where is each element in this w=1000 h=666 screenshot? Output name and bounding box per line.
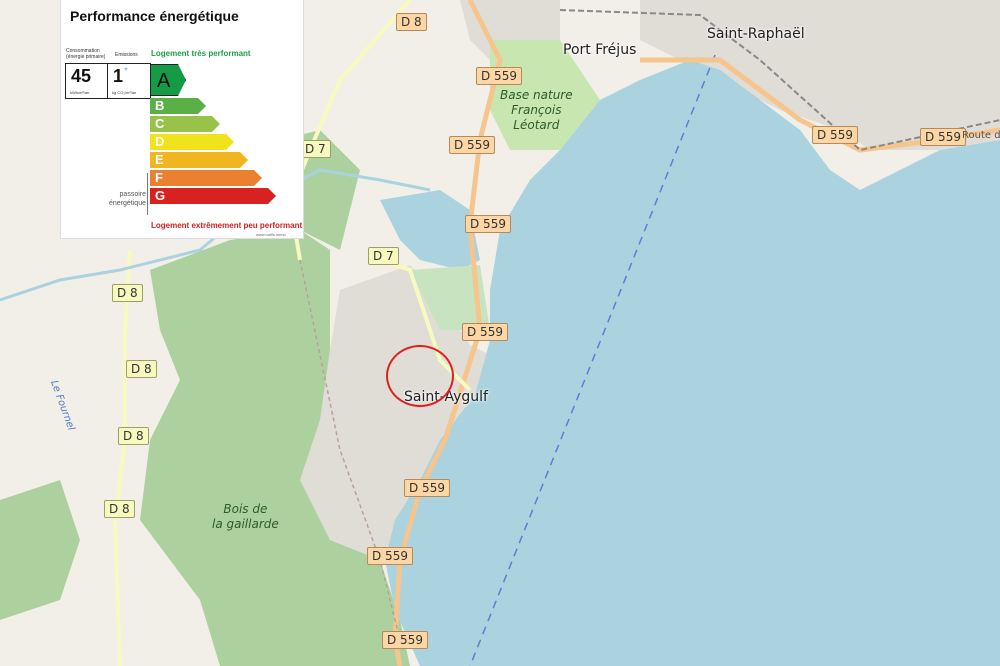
road-label-d559: D 559 <box>462 323 508 341</box>
best-performance-label: Logement très performant <box>151 49 251 58</box>
passoire-bracket <box>147 173 148 215</box>
consumption-unit: kWh/m²/an <box>70 90 90 95</box>
consumption-value: 45 <box>71 66 92 86</box>
road-label-d8: D 8 <box>112 284 143 302</box>
worst-performance-label: Logement extrêmement peu performant <box>151 221 303 230</box>
road-label-d559: D 559 <box>920 128 966 146</box>
road-label-d559: D 559 <box>367 547 413 565</box>
emissions-star: * <box>124 66 128 77</box>
road-label-d559: D 559 <box>382 631 428 649</box>
road-label-d559: D 559 <box>812 126 858 144</box>
energy-class-a: A <box>150 64 186 96</box>
road-label-d559: D 559 <box>404 479 450 497</box>
road-label-d559: D 559 <box>476 67 522 85</box>
energy-class-c: C <box>150 116 220 132</box>
energy-class-g: G <box>150 188 276 204</box>
location-circle-marker <box>386 345 454 407</box>
road-label-d7: D 7 <box>368 247 399 265</box>
road-label-d7: D 7 <box>300 140 331 158</box>
road-label-d8: D 8 <box>396 13 427 31</box>
dpe-title: Performance énergétique <box>70 8 239 24</box>
energy-performance-panel: Performance énergétique Consommation (én… <box>61 0 303 238</box>
road-label-d8: D 8 <box>126 360 157 378</box>
dpe-credit: www.outils.immo <box>256 232 286 237</box>
energy-class-d: D <box>150 134 234 150</box>
place-saint-raphael: Saint-Raphaël <box>707 26 805 42</box>
place-port-frejus: Port Fréjus <box>563 42 637 58</box>
energy-class-f: F <box>150 170 262 186</box>
place-route-de: Route de <box>962 130 1000 141</box>
road-label-d8: D 8 <box>104 500 135 518</box>
energy-class-e: E <box>150 152 248 168</box>
place-bois-gaillarde: Bois de la gaillarde <box>212 502 279 531</box>
emissions-unit: kg CO₂/m²/an <box>112 90 137 95</box>
consumption-header: Consommation (énergie primaire) <box>66 48 106 60</box>
passoire-label: passoire énergétique <box>109 191 146 207</box>
place-base-nature: Base nature François Léotard <box>500 88 573 132</box>
emissions-value: 1 <box>113 66 124 86</box>
road-label-d8: D 8 <box>118 427 149 445</box>
emissions-header: Emissions <box>115 52 138 58</box>
energy-class-b: B <box>150 98 206 114</box>
road-label-d559: D 559 <box>449 136 495 154</box>
road-label-d559: D 559 <box>465 215 511 233</box>
